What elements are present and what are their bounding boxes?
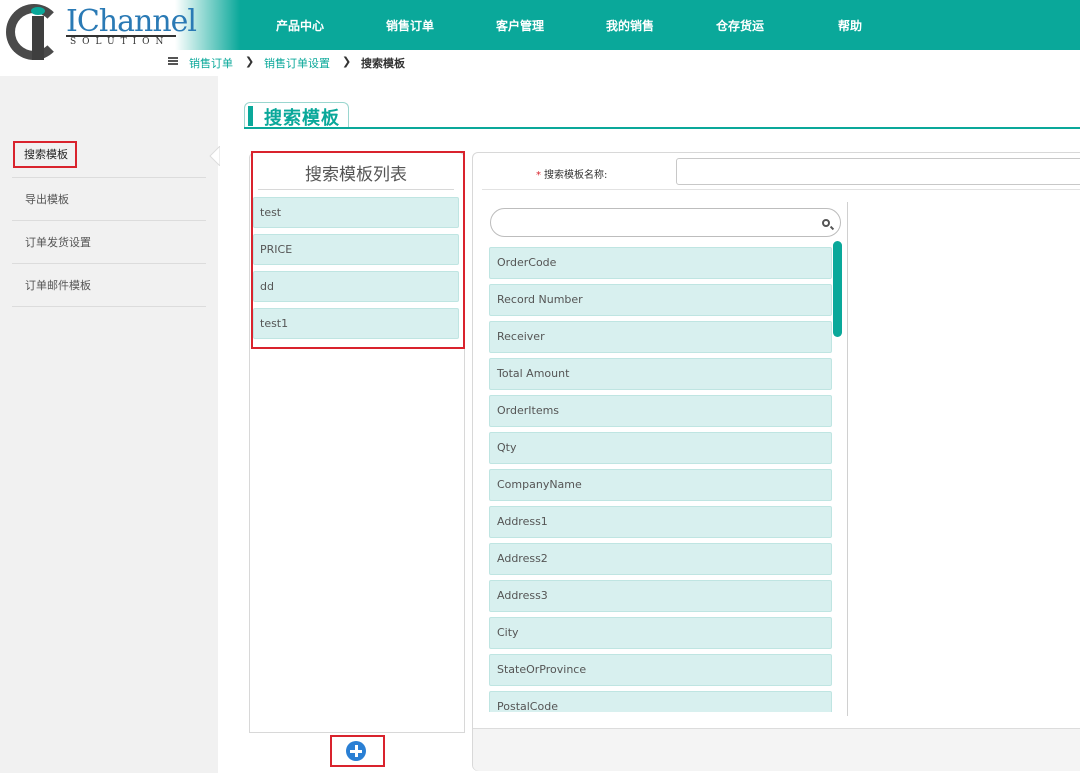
template-item[interactable]: PRICE	[253, 234, 459, 265]
sidebar-item-export-template[interactable]: 导出模板	[12, 178, 206, 221]
title-divider	[244, 127, 1080, 129]
field-item[interactable]: Total Amount	[489, 358, 832, 390]
form-divider	[482, 189, 1080, 190]
breadcrumb-separator-icon: ❯	[245, 55, 255, 68]
search-icon[interactable]	[822, 219, 830, 227]
template-name-input[interactable]	[676, 158, 1080, 185]
field-item[interactable]: StateOrProvince	[489, 654, 832, 686]
breadcrumb-separator-icon: ❯	[342, 55, 352, 68]
nav-customer-management[interactable]: 客户管理	[496, 17, 544, 34]
scrollbar-thumb[interactable]	[833, 241, 842, 337]
sidebar-item-search-template[interactable]: 搜索模板	[13, 141, 77, 168]
field-item[interactable]: Address2	[489, 543, 832, 575]
field-item[interactable]: Address1	[489, 506, 832, 538]
field-item[interactable]: PostalCode	[489, 691, 832, 712]
field-item[interactable]: Address3	[489, 580, 832, 612]
plus-circle-icon[interactable]	[346, 741, 366, 761]
menu-icon[interactable]	[168, 57, 178, 65]
template-item[interactable]: dd	[253, 271, 459, 302]
field-list[interactable]: OrderCode Record Number Receiver Total A…	[489, 244, 834, 712]
field-item[interactable]: OrderCode	[489, 247, 832, 279]
template-name-label: * 搜索模板名称:	[536, 166, 607, 181]
field-item[interactable]: CompanyName	[489, 469, 832, 501]
breadcrumb-sales-order-settings[interactable]: 销售订单设置	[264, 55, 330, 71]
active-pointer-icon	[209, 146, 220, 166]
field-item[interactable]: City	[489, 617, 832, 649]
field-item[interactable]: OrderItems	[489, 395, 832, 427]
sidebar-item-order-email-template[interactable]: 订单邮件模板	[12, 264, 206, 307]
template-list-title: 搜索模板列表	[305, 165, 407, 185]
logo-subtext: SOLUTION	[70, 37, 170, 47]
logo-i-mark	[32, 16, 44, 60]
template-list-divider	[258, 189, 454, 190]
template-item[interactable]: test1	[253, 308, 459, 339]
editor-footer	[473, 728, 1080, 771]
nav-product-center[interactable]: 产品中心	[276, 17, 324, 34]
page-title-accent	[248, 106, 253, 126]
nav-sales-orders[interactable]: 销售订单	[386, 17, 434, 34]
required-mark: *	[536, 170, 541, 181]
field-item[interactable]: Receiver	[489, 321, 832, 353]
nav-my-sales[interactable]: 我的销售	[606, 17, 654, 34]
breadcrumb-sales-orders[interactable]: 销售订单	[189, 55, 233, 71]
field-item[interactable]: Qty	[489, 432, 832, 464]
nav-warehouse-shipping[interactable]: 仓存货运	[716, 17, 764, 34]
nav-help[interactable]: 帮助	[838, 17, 862, 34]
sidebar-item-order-shipping-settings[interactable]: 订单发货设置	[12, 221, 206, 264]
logo-text: IChannel	[66, 4, 197, 39]
field-search-input[interactable]	[490, 208, 841, 237]
field-item[interactable]: Record Number	[489, 284, 832, 316]
breadcrumb-current: 搜索模板	[361, 57, 405, 70]
logo-dot-mark	[31, 7, 45, 15]
template-item[interactable]: test	[253, 197, 459, 228]
template-name-label-text: 搜索模板名称:	[544, 170, 608, 181]
